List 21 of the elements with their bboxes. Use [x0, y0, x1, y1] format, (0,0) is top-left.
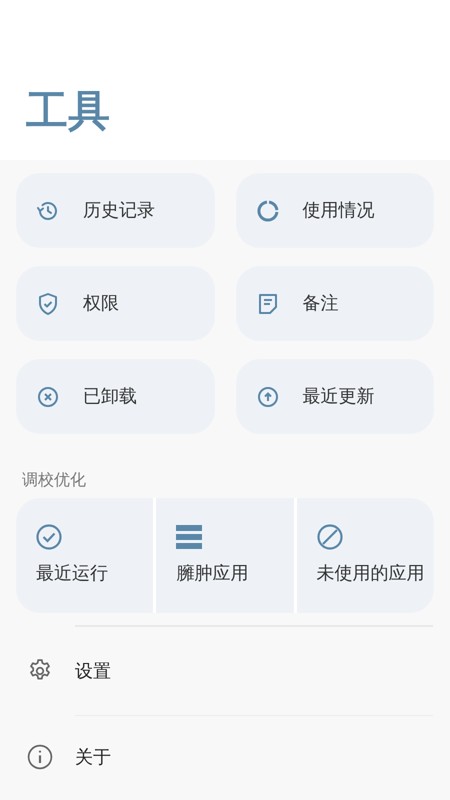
optimization-button[interactable]: 未使用的应用: [296, 498, 434, 613]
menu-item[interactable]: 关于: [0, 716, 450, 798]
tool-button[interactable]: 备注: [236, 266, 434, 341]
close-circle-icon: [36, 384, 60, 408]
optimization-button[interactable]: 最近运行: [16, 498, 154, 613]
upload-circle-icon: [256, 384, 280, 408]
tool-button[interactable]: 已卸载: [16, 359, 214, 434]
ring-icon: [256, 198, 280, 222]
page-title: 工具: [26, 90, 110, 132]
info-icon: [27, 744, 53, 770]
block-icon: [316, 524, 343, 550]
tool-button[interactable]: 使用情况: [236, 173, 434, 248]
menu-item[interactable]: 设置: [0, 627, 450, 715]
check-circle-icon: [36, 524, 62, 550]
tool-button[interactable]: 最近更新: [236, 359, 434, 434]
optimization-button[interactable]: 臃肿应用: [156, 498, 294, 613]
shield-icon: [36, 292, 60, 316]
list-icon: [176, 524, 202, 550]
tool-button[interactable]: 历史记录: [16, 173, 214, 248]
tool-button[interactable]: 权限: [16, 266, 214, 341]
section-heading: 调校优化: [21, 472, 87, 488]
